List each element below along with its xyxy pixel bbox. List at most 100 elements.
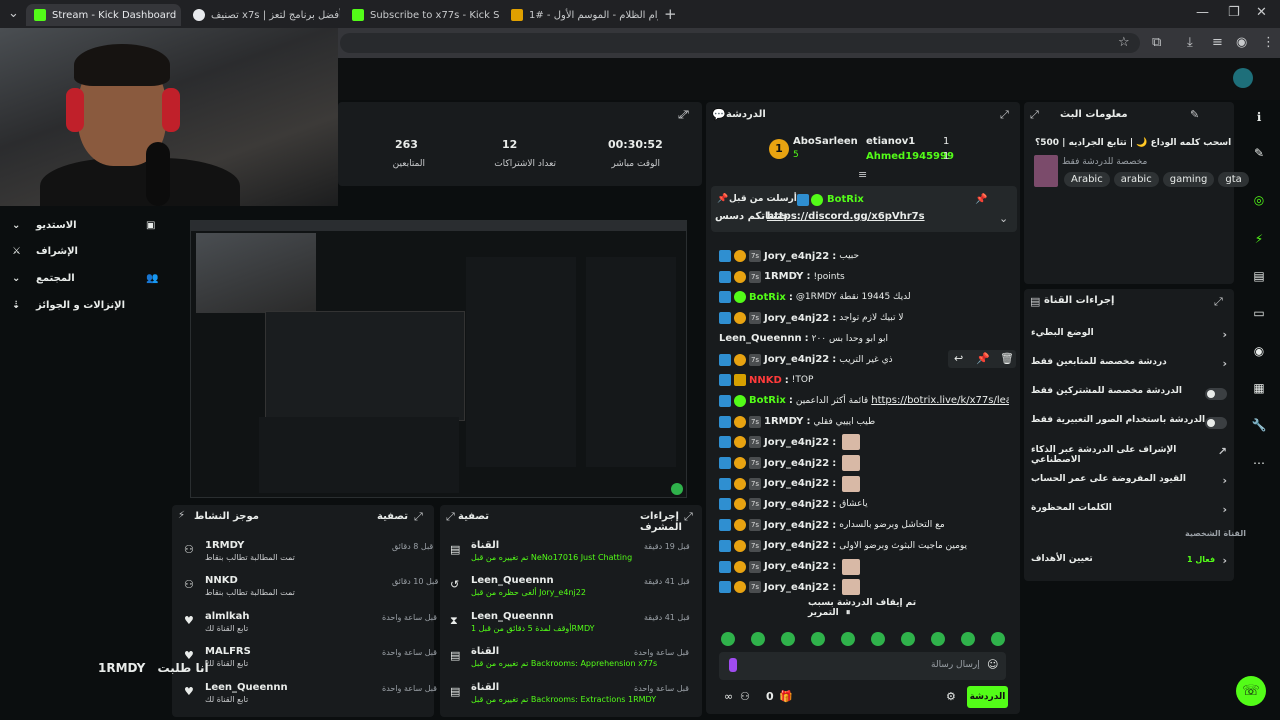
leaderboard-name[interactable]: Ahmed1945999 — [866, 151, 954, 162]
sidebar-item-moderation[interactable]: ⚔ الإشراف — [12, 246, 162, 260]
gift-icon[interactable]: 🎁 — [779, 690, 793, 703]
chat-username[interactable]: BotRix — [749, 292, 786, 303]
emote-icon[interactable] — [721, 632, 735, 646]
chat-username[interactable]: Jory_e4nj22 — [764, 499, 829, 510]
wrench-icon[interactable]: 🔧 — [1250, 418, 1268, 436]
tag[interactable]: gta — [1218, 172, 1249, 187]
slow-mode-row[interactable]: الوضع البطيء › — [1031, 328, 1227, 344]
emote-icon[interactable] — [751, 632, 765, 646]
tab-dark-years[interactable]: أعوام الظلام - الموسم الأول - #1 ✕ — [503, 4, 658, 26]
set-goals-row[interactable]: تعيين الأهداف 1 فعال › — [1031, 554, 1227, 570]
expand-icon[interactable]: ⤢ — [414, 510, 423, 524]
profile-icon[interactable]: ◉ — [1236, 35, 1247, 50]
expand-icon[interactable]: ⤢ — [680, 108, 689, 122]
chat-username[interactable]: 1RMDY — [764, 416, 803, 427]
ai-moderation-row[interactable]: الإشراف على الدردشة عبر الذكاء الاصطناعي… — [1031, 445, 1227, 465]
tab-search-icon[interactable]: ⌄ — [8, 6, 19, 21]
edit-icon[interactable]: ✎ — [1190, 108, 1199, 121]
leaderboard-name[interactable]: AboSarleen — [793, 136, 858, 147]
chat-icon[interactable]: ▭ — [1250, 306, 1268, 324]
chat-send-button[interactable]: الدردشة — [967, 686, 1008, 708]
chat-username[interactable]: Jory_e4nj22 — [764, 582, 829, 593]
chat-paused-notice[interactable]: تم إيقاف الدردشة بسبب التمرير ⏸ — [808, 598, 918, 618]
account-age-row[interactable]: القيود المفروضة على عمر الحساب › — [1031, 474, 1227, 490]
download-icon[interactable]: ⤓ — [1187, 35, 1193, 50]
tag[interactable]: gaming — [1162, 172, 1215, 187]
emote-icon[interactable] — [781, 632, 795, 646]
emote-icon[interactable] — [901, 632, 915, 646]
pin-message-icon[interactable]: 📌 — [976, 352, 990, 365]
chat-username[interactable]: Jory_e4nj22 — [764, 478, 829, 489]
pinned-user[interactable]: BotRix — [827, 194, 864, 205]
mic-icon[interactable] — [729, 658, 737, 672]
tag[interactable]: Arabic — [1064, 172, 1110, 187]
address-bar[interactable] — [340, 33, 1140, 53]
extensions-icon[interactable]: ⧉ — [1152, 35, 1161, 50]
collapse-icon[interactable]: ≡ — [858, 168, 867, 181]
expand-icon[interactable]: ⤢ — [684, 510, 693, 524]
settings-gear-icon[interactable]: ⚙ — [946, 690, 956, 703]
pin-icon[interactable]: 📌 — [975, 194, 987, 205]
subscribers-only-toggle[interactable] — [1205, 388, 1227, 400]
tag[interactable]: arabic — [1113, 172, 1159, 187]
banned-words-row[interactable]: الكلمات المحظورة › — [1031, 503, 1227, 519]
emote-icon[interactable] — [961, 632, 975, 646]
chat-username[interactable]: NNKD — [749, 375, 782, 386]
followers-only-row[interactable]: دردشة مخصصة للمتابعين فقط › — [1031, 357, 1227, 373]
minimize-icon[interactable]: — — [1196, 5, 1209, 20]
pencil-icon[interactable]: ✎ — [1250, 146, 1268, 164]
chat-input-box[interactable]: إرسال رسالة ☺ — [719, 652, 1006, 680]
leaderboard-name[interactable]: etianov1 — [866, 136, 915, 147]
mod-filter-button[interactable]: تصفية — [458, 511, 489, 522]
chat-username[interactable]: Jory_e4nj22 — [764, 458, 829, 469]
chat-username[interactable]: Jory_e4nj22 — [764, 354, 829, 365]
expand-icon[interactable]: ⤢ — [1030, 108, 1039, 122]
chat-username[interactable]: 1RMDY — [764, 271, 803, 282]
chat-username[interactable]: Jory_e4nj22 — [764, 561, 829, 572]
tab-kick-dashboard[interactable]: Stream - Kick Dashboard ✕ — [26, 4, 181, 26]
target-icon[interactable]: ◎ — [1250, 193, 1268, 211]
close-window-icon[interactable]: ✕ — [1256, 5, 1267, 20]
chat-username[interactable]: Jory_e4nj22 — [764, 540, 829, 551]
emote-icon[interactable] — [841, 632, 855, 646]
new-tab-button[interactable]: + — [664, 5, 677, 23]
reply-icon[interactable]: ↩ — [954, 352, 963, 365]
maximize-icon[interactable]: ❐ — [1228, 5, 1240, 20]
bookmark-star-icon[interactable]: ☆ — [1118, 35, 1130, 50]
activity-filter-button[interactable]: تصفية — [377, 511, 408, 522]
expand-icon[interactable]: ⤢ — [1214, 295, 1223, 309]
document-icon[interactable]: ▤ — [1250, 269, 1268, 287]
menu-icon[interactable]: ⋮ — [1262, 35, 1275, 50]
chat-username[interactable]: Jory_e4nj22 — [764, 437, 829, 448]
sidebar-item-community[interactable]: ⌄ المجتمع 👥 — [12, 273, 162, 287]
chat-username[interactable]: Leen_Queennn — [719, 333, 802, 344]
emotes-only-toggle[interactable] — [1205, 417, 1227, 429]
broadcast-icon[interactable]: ◉ — [1250, 344, 1268, 362]
chat-link[interactable]: https://botrix.live/k/x77s/leaderboard — [871, 395, 1009, 406]
reading-list-icon[interactable]: ≡ — [1212, 35, 1223, 50]
chat-username[interactable]: Jory_e4nj22 — [764, 520, 829, 531]
info-icon[interactable]: ℹ — [1250, 110, 1268, 128]
chat-username[interactable]: Jory_e4nj22 — [764, 313, 829, 324]
dots-icon[interactable]: ⋯ — [1250, 456, 1268, 474]
emote-icon[interactable] — [871, 632, 885, 646]
pinned-link[interactable]: https://discord.gg/x6pVhr7s — [767, 211, 925, 222]
expand-icon[interactable]: ⤢ — [446, 510, 455, 524]
sidebar-item-studio[interactable]: ⌄ الاستديو ▣ — [12, 220, 162, 234]
delete-icon[interactable]: 🗑 — [1000, 352, 1014, 365]
chevron-down-icon[interactable]: ⌄ — [999, 212, 1008, 225]
chat-username[interactable]: Jory_e4nj22 — [764, 251, 829, 262]
expand-icon[interactable]: ⤢ — [1000, 108, 1009, 122]
lightning-icon[interactable]: ⚡ — [1250, 232, 1268, 250]
support-chat-icon[interactable]: ☏ — [1236, 676, 1266, 706]
tab-x7s-rank[interactable]: تصنيف x7s | أفضل برنامج لتعز... ✕ — [185, 4, 340, 26]
layout-icon[interactable]: ▦ — [1250, 381, 1268, 399]
sidebar-item-drops[interactable]: ⇣ الإنزالات و الجوائز — [12, 300, 162, 314]
chat-username[interactable]: BotRix — [749, 395, 786, 406]
emote-icon[interactable] — [991, 632, 1005, 646]
user-avatar[interactable] — [1233, 68, 1253, 88]
emote-icon[interactable] — [931, 632, 945, 646]
emoji-icon[interactable]: ☺ — [987, 658, 998, 671]
tab-subscribe[interactable]: Subscribe to x77s - Kick Stream ✕ — [344, 4, 499, 26]
emote-icon[interactable] — [811, 632, 825, 646]
